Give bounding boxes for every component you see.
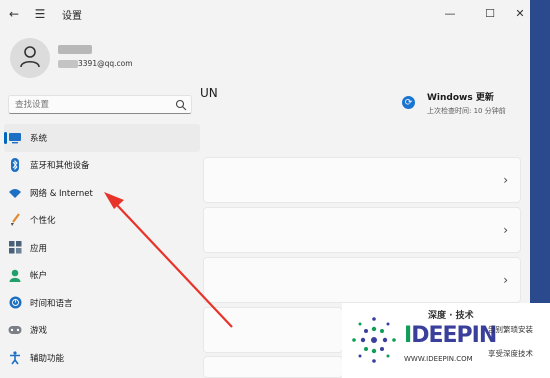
settings-card[interactable]: › — [203, 207, 521, 253]
sidebar-item-apps[interactable]: 应用 — [0, 234, 200, 262]
apps-icon — [8, 241, 22, 255]
profile-email: 3391@qq.com — [78, 59, 133, 68]
sidebar-item-accessibility[interactable]: 辅助功能 — [0, 344, 200, 372]
windows-update-title[interactable]: Windows 更新 — [427, 90, 494, 103]
chevron-right-icon: › — [503, 173, 508, 187]
sidebar-item-gaming[interactable]: 游戏 — [0, 317, 200, 345]
bluetooth-icon — [8, 158, 22, 173]
sidebar-nav: 系统 蓝牙和其他设备 网络 & Internet 个性化 应用 帐户 时间和语言… — [0, 124, 200, 372]
watermark-cn-name: 深度 · 技术 — [428, 311, 474, 321]
watermark-tagline-2: 享受深度技术 — [488, 349, 533, 358]
sidebar-item-accounts[interactable]: 帐户 — [0, 262, 200, 290]
hamburger-icon: ☰ — [34, 7, 46, 21]
gamepad-icon — [8, 323, 22, 337]
watermark-brand: IDEEPIN — [404, 323, 497, 348]
brand-rest: DEEPIN — [411, 323, 497, 348]
close-icon: ✕ — [515, 6, 525, 20]
sidebar-item-personalization[interactable]: 个性化 — [0, 207, 200, 235]
watermark-tagline-1: 告别繁琐安装 — [488, 325, 533, 334]
sidebar-item-label: 帐户 — [30, 271, 48, 282]
avatar[interactable] — [10, 38, 50, 78]
sidebar-item-label: 应用 — [30, 243, 48, 254]
settings-card[interactable]: › — [203, 257, 521, 303]
sidebar-item-label: 时间和语言 — [30, 298, 73, 309]
sidebar-item-label: 个性化 — [30, 216, 56, 227]
chevron-right-icon: › — [503, 273, 508, 287]
title-bar: ← ☰ 设置 — ☐ ✕ — [0, 0, 530, 28]
sidebar-item-label: 网络 & Internet — [30, 188, 93, 199]
maximize-button[interactable]: ☐ — [475, 2, 505, 24]
system-icon — [8, 131, 22, 145]
sidebar-item-time-language[interactable]: 时间和语言 — [0, 289, 200, 317]
account-icon — [8, 268, 22, 282]
minimize-button[interactable]: — — [435, 2, 465, 24]
search-icon[interactable] — [175, 99, 187, 111]
sidebar-item-bluetooth[interactable]: 蓝牙和其他设备 — [0, 152, 200, 180]
ideepin-logo-icon — [352, 317, 396, 363]
redacted-email-prefix — [58, 60, 78, 68]
sidebar-item-label: 辅助功能 — [30, 353, 65, 364]
settings-card[interactable] — [203, 307, 343, 353]
sidebar-item-label: 系统 — [30, 133, 48, 144]
chevron-right-icon: › — [503, 223, 508, 237]
maximize-icon: ☐ — [485, 6, 495, 20]
page-title-fragment: UN — [200, 86, 218, 100]
minimize-icon: — — [444, 6, 456, 20]
sidebar-item-network[interactable]: 网络 & Internet — [0, 179, 200, 207]
window-title: 设置 — [62, 11, 82, 22]
brush-icon — [8, 213, 22, 227]
globe-icon — [8, 296, 22, 310]
settings-card[interactable]: › — [203, 157, 521, 203]
back-arrow-icon: ← — [8, 7, 20, 21]
redacted-username — [58, 45, 92, 54]
wifi-icon — [8, 186, 22, 200]
sidebar-item-label: 游戏 — [30, 326, 48, 337]
windows-update-status: 上次检查时间: 10 分钟前 — [427, 107, 506, 115]
accessibility-icon — [8, 351, 22, 365]
sidebar-item-system[interactable]: 系统 — [4, 124, 200, 152]
sidebar-item-label: 蓝牙和其他设备 — [30, 161, 90, 172]
windows-update-icon: ⟳ — [402, 96, 415, 109]
watermark: 深度 · 技术 IDEEPIN WWW.IDEEPIN.COM 告别繁琐安装 享… — [342, 303, 550, 378]
watermark-url: WWW.IDEEPIN.COM — [404, 355, 473, 363]
settings-card[interactable] — [203, 356, 343, 378]
person-icon — [20, 46, 40, 68]
active-indicator — [4, 132, 7, 144]
back-button[interactable]: ← — [4, 4, 24, 24]
search-input[interactable] — [15, 98, 165, 111]
search-box[interactable] — [8, 95, 192, 114]
menu-button[interactable]: ☰ — [30, 4, 50, 24]
